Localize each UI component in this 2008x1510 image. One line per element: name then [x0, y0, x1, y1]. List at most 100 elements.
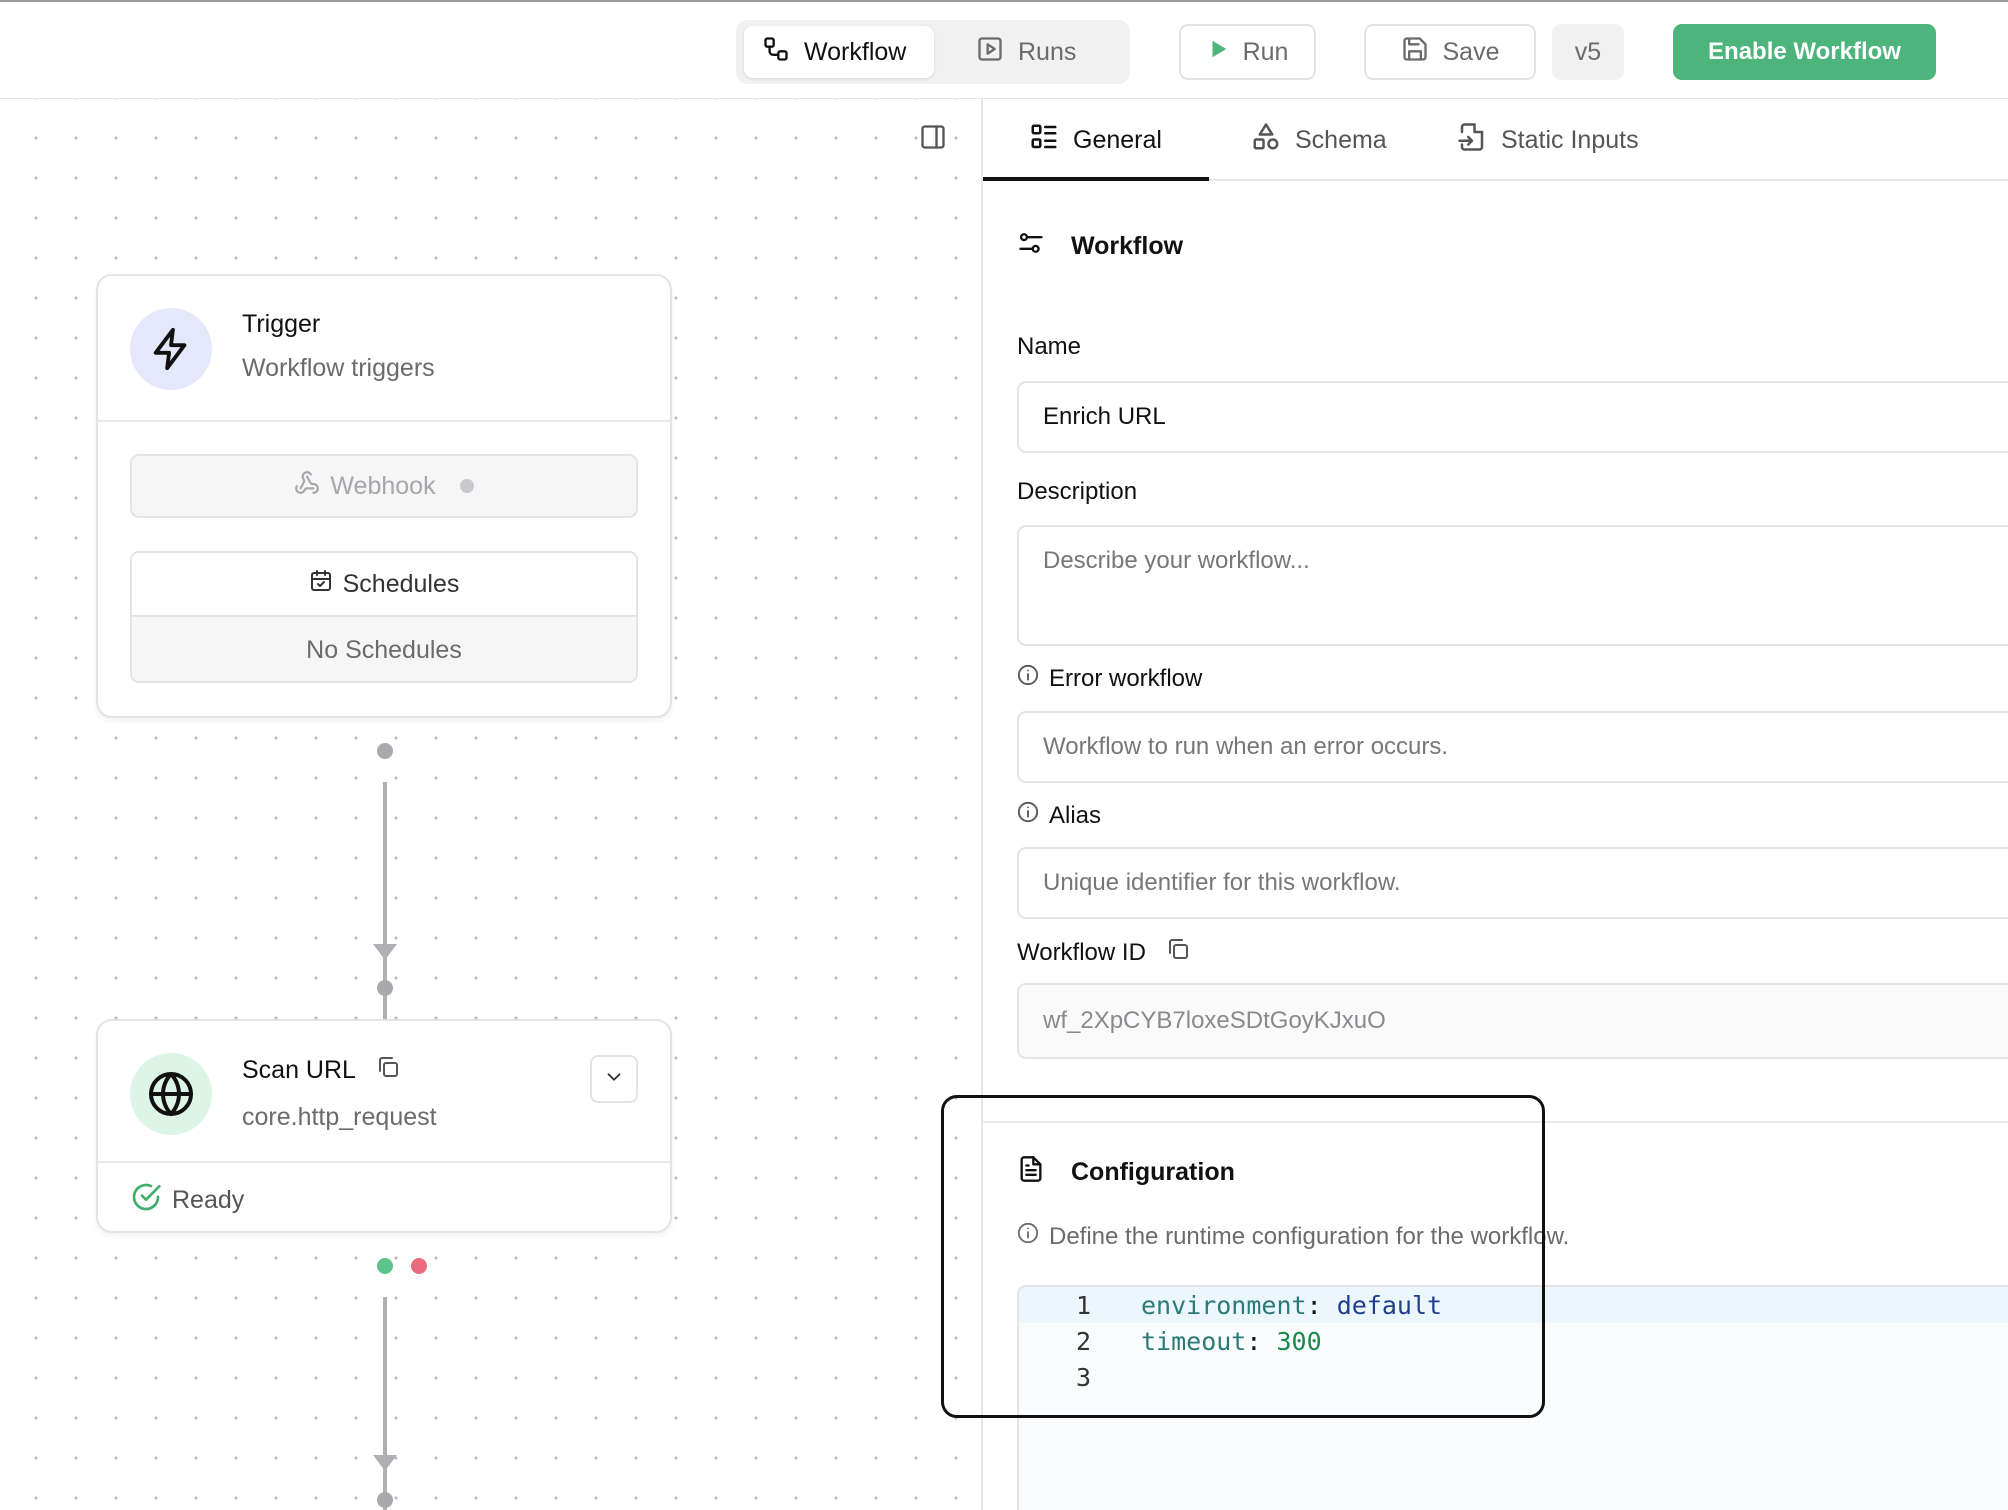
code-line: 1 environment: default [1019, 1287, 2008, 1323]
webhook-icon [294, 470, 320, 503]
schedules-empty: No Schedules [132, 617, 636, 681]
success-output-handle[interactable] [377, 1258, 393, 1274]
info-icon [1017, 1222, 1039, 1251]
save-icon [1401, 35, 1429, 70]
yaml-editor[interactable]: 1 environment: default 2 timeout: 300 3 [1017, 1285, 2008, 1510]
name-label: Name [1017, 333, 1082, 360]
check-circle-icon [130, 1181, 162, 1220]
workflow-section-label: Workflow [1071, 232, 1184, 260]
workflow-id-label-text: Workflow ID [1017, 938, 1146, 966]
tab-workflow-label: Workflow [804, 37, 907, 66]
copy-icon[interactable] [376, 1055, 400, 1086]
tab-workflow[interactable]: Workflow [744, 26, 934, 78]
configuration-section-title: Configuration [1017, 1155, 1235, 1190]
tab-runs[interactable]: Runs [958, 26, 1118, 78]
line-number: 1 [1075, 1290, 1091, 1320]
edge-line [383, 782, 387, 1044]
panel-toggle-icon[interactable] [919, 123, 947, 151]
status-label: Ready [172, 1186, 245, 1214]
configuration-section-label: Configuration [1071, 1158, 1235, 1186]
general-icon [1029, 122, 1059, 159]
tab-general[interactable]: General [1029, 99, 1162, 181]
alias-label-text: Alias [1049, 801, 1102, 829]
version-badge: v5 [1552, 24, 1624, 80]
description-textarea[interactable]: Describe your workflow... [1017, 525, 2008, 646]
view-switcher: Workflow Runs [736, 20, 1130, 84]
workflow-icon [762, 35, 790, 70]
node-divider [98, 420, 670, 422]
calendar-icon [309, 569, 333, 600]
error-workflow-input[interactable]: Workflow to run when an error occurs. [1017, 711, 2008, 783]
description-label: Description [1017, 478, 1138, 505]
save-button[interactable]: Save [1364, 24, 1536, 80]
error-workflow-label-text: Error workflow [1049, 664, 1203, 692]
code-line: 2 timeout: 300 [1019, 1323, 2008, 1359]
settings-sliders-icon [1017, 229, 1045, 264]
scan-title: Scan URL [242, 1056, 356, 1084]
trigger-output-handle[interactable] [377, 743, 393, 759]
workflow-canvas[interactable]: Trigger Workflow triggers Webhook Schedu… [0, 99, 981, 1510]
scan-url-node[interactable]: Scan URL core.http_request Ready [96, 1019, 672, 1233]
scan-input-handle[interactable] [377, 980, 393, 996]
webhook-button[interactable]: Webhook [130, 454, 638, 518]
panel-tabs: General Schema Static Inputs [983, 99, 2008, 181]
chevron-down-icon [603, 1066, 625, 1093]
run-button-label: Run [1242, 37, 1289, 66]
scan-subtitle: core.http_request [242, 1103, 437, 1131]
status-row: Ready [130, 1181, 244, 1220]
yaml-value: default [1336, 1290, 1443, 1320]
alias-input[interactable]: Unique identifier for this workflow. [1017, 847, 2008, 919]
schedules-button[interactable]: Schedules [132, 553, 636, 617]
info-icon [1017, 664, 1039, 693]
line-number: 2 [1075, 1326, 1091, 1356]
workflow-id-label: Workflow ID [1017, 937, 1190, 968]
top-toolbar: Workflow Runs Run Save v5 Enable Workflo… [0, 0, 2008, 99]
tab-static-inputs-label: Static Inputs [1501, 125, 1639, 154]
error-workflow-label: Error workflow [1017, 664, 1202, 693]
trigger-title: Trigger [242, 310, 321, 338]
lightning-icon [130, 308, 212, 390]
tab-schema[interactable]: Schema [1251, 99, 1387, 181]
webhook-label: Webhook [330, 471, 436, 500]
next-input-handle[interactable] [377, 1492, 393, 1508]
configuration-help-text: Define the runtime configuration for the… [1049, 1222, 1570, 1250]
tab-runs-label: Runs [1018, 37, 1077, 66]
tab-static-inputs[interactable]: Static Inputs [1457, 99, 1639, 181]
shapes-icon [1251, 122, 1281, 159]
line-number: 3 [1075, 1362, 1091, 1392]
expand-button[interactable] [590, 1055, 638, 1103]
document-icon [1017, 1155, 1045, 1190]
alias-label: Alias [1017, 801, 1101, 830]
yaml-key: environment [1141, 1290, 1307, 1320]
active-tab-indicator [983, 177, 1209, 181]
schedules-label: Schedules [342, 569, 460, 598]
save-button-label: Save [1442, 37, 1500, 66]
copy-icon[interactable] [1166, 937, 1190, 968]
edge-line [383, 1297, 387, 1510]
schedules-box: Schedules No Schedules [130, 551, 638, 683]
enable-workflow-button[interactable]: Enable Workflow [1673, 24, 1936, 80]
tab-general-label: General [1073, 125, 1162, 154]
yaml-key: timeout [1141, 1326, 1247, 1356]
name-input[interactable]: Enrich URL [1017, 381, 2008, 453]
scan-title-row: Scan URL [242, 1055, 400, 1086]
file-input-icon [1457, 122, 1487, 159]
workflow-id-input[interactable]: wf_2XpCYB7loxeSDtGoyKJxuO [1017, 983, 2008, 1059]
tab-schema-label: Schema [1295, 125, 1387, 154]
trigger-subtitle: Workflow triggers [242, 354, 435, 382]
section-divider [983, 1121, 2008, 1123]
error-output-handle[interactable] [411, 1258, 427, 1274]
node-divider [98, 1161, 670, 1163]
play-icon [1207, 38, 1229, 67]
webhook-status-dot [459, 479, 474, 493]
runs-icon [976, 35, 1004, 70]
edge-arrow [373, 1455, 397, 1471]
trigger-node[interactable]: Trigger Workflow triggers Webhook Schedu… [96, 274, 672, 718]
yaml-value: 300 [1276, 1326, 1322, 1356]
configuration-help: Define the runtime configuration for the… [1017, 1222, 1569, 1251]
workflow-section-title: Workflow [1017, 229, 1183, 264]
info-icon [1017, 801, 1039, 830]
properties-panel: General Schema Static Inputs Workflow Na… [981, 99, 2008, 1510]
run-button[interactable]: Run [1179, 24, 1316, 80]
code-line: 3 [1019, 1359, 2008, 1395]
